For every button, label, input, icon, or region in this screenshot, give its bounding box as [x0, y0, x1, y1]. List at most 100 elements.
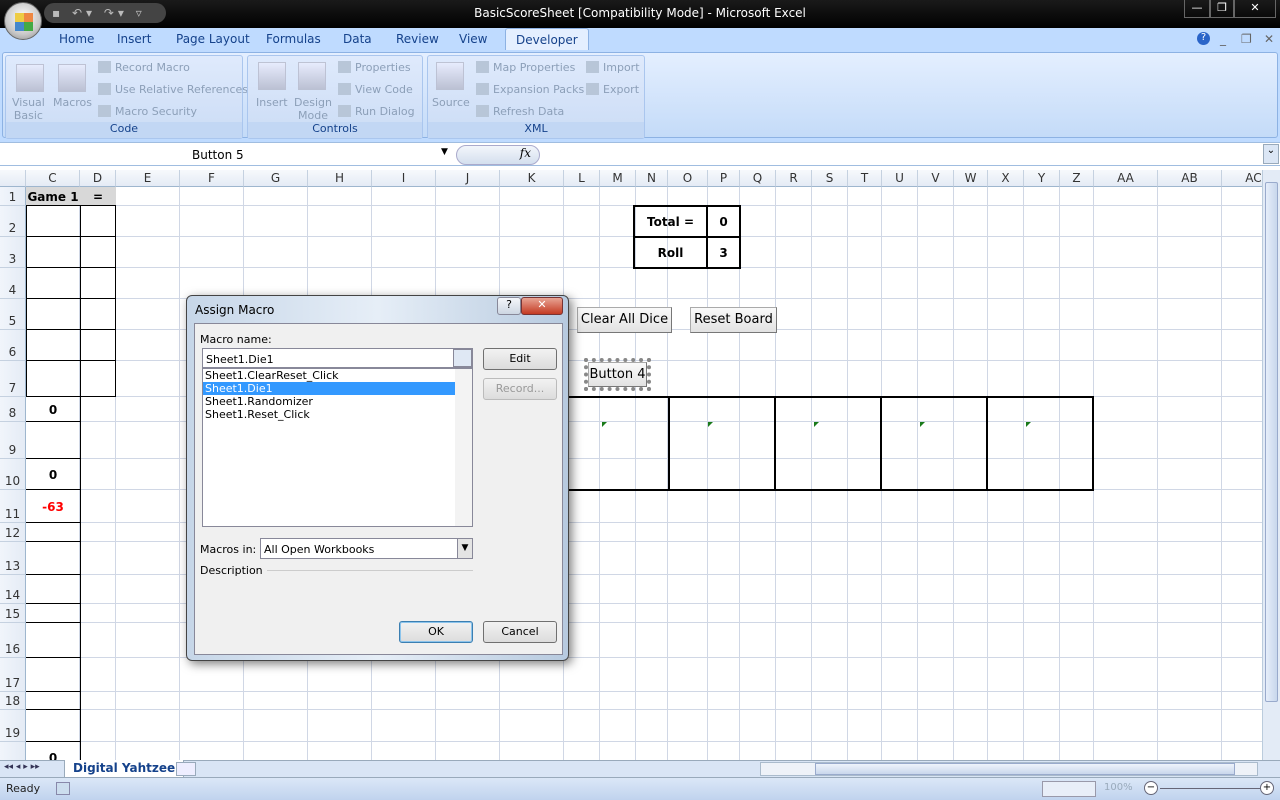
die-box-2[interactable]: [668, 396, 776, 491]
cell-d1[interactable]: =: [80, 187, 116, 206]
formula-input[interactable]: [542, 145, 1262, 165]
tab-formulas[interactable]: Formulas: [266, 32, 321, 46]
column-header-F[interactable]: F: [180, 170, 244, 187]
select-all-corner[interactable]: [0, 170, 26, 187]
column-header-X[interactable]: X: [988, 170, 1024, 187]
map-properties-button[interactable]: Map Properties: [476, 61, 575, 74]
cell-c10[interactable]: 0: [26, 459, 80, 490]
insert-sheet-icon[interactable]: [176, 762, 196, 776]
die-box-1[interactable]: [562, 396, 670, 491]
column-header-U[interactable]: U: [882, 170, 918, 187]
ok-button[interactable]: OK: [399, 621, 473, 643]
import-button[interactable]: Import: [586, 61, 640, 74]
score-cell[interactable]: [26, 657, 81, 692]
zoom-level[interactable]: 100%: [1104, 782, 1133, 793]
score-cell[interactable]: [26, 298, 81, 330]
column-header-V[interactable]: V: [918, 170, 954, 187]
score-cell[interactable]: [26, 329, 81, 361]
run-dialog-button[interactable]: Run Dialog: [338, 105, 415, 118]
column-header-I[interactable]: I: [372, 170, 436, 187]
doc-close-button[interactable]: ✕: [1264, 32, 1274, 46]
use-relative-references-button[interactable]: Use Relative References: [98, 83, 248, 96]
office-button[interactable]: [4, 2, 42, 40]
column-header-C[interactable]: C: [26, 170, 80, 187]
name-box[interactable]: Button 5: [0, 145, 454, 165]
close-button[interactable]: ✕: [1234, 0, 1276, 18]
cancel-button[interactable]: Cancel: [483, 621, 557, 643]
macro-name-input[interactable]: Sheet1.Die1: [202, 348, 473, 368]
score-cell[interactable]: [26, 236, 81, 268]
score-cell[interactable]: [26, 574, 81, 604]
row-header-13[interactable]: 13: [0, 542, 26, 575]
column-header-K[interactable]: K: [500, 170, 564, 187]
row-header-20[interactable]: 20: [0, 742, 26, 760]
tab-page-layout[interactable]: Page Layout: [176, 32, 250, 46]
sheet-tab-digital-yahtzee[interactable]: Digital Yahtzee: [64, 760, 185, 778]
score-cell[interactable]: [26, 421, 81, 459]
die-box-3[interactable]: [774, 396, 882, 491]
score-cell[interactable]: [80, 267, 116, 299]
score-cell[interactable]: [26, 691, 81, 710]
column-header-Z[interactable]: Z: [1060, 170, 1094, 187]
dialog-help-button[interactable]: ?: [497, 297, 521, 315]
macro-security-button[interactable]: Macro Security: [98, 105, 197, 118]
score-cell[interactable]: [26, 522, 81, 542]
column-header-N[interactable]: N: [636, 170, 668, 187]
column-header-M[interactable]: M: [600, 170, 636, 187]
score-cell[interactable]: [26, 205, 81, 237]
restore-button[interactable]: ❐: [1210, 0, 1234, 18]
row-header-15[interactable]: 15: [0, 604, 26, 623]
roll-label[interactable]: Roll: [635, 238, 706, 267]
minimize-button[interactable]: —: [1184, 0, 1210, 18]
insert-control-button[interactable]: Insert: [256, 96, 288, 109]
score-cell[interactable]: [26, 267, 81, 299]
row-header-19[interactable]: 19: [0, 710, 26, 742]
column-header-AA[interactable]: AA: [1094, 170, 1158, 187]
horizontal-scrollbar[interactable]: [760, 762, 1258, 776]
tab-home[interactable]: Home: [59, 32, 94, 46]
row-header-5[interactable]: 5: [0, 299, 26, 330]
macro-list-item[interactable]: Sheet1.Die1: [203, 382, 455, 395]
horizontal-scroll-thumb[interactable]: [815, 763, 1235, 775]
row-header-14[interactable]: 14: [0, 575, 26, 604]
score-cell[interactable]: [26, 603, 81, 623]
tab-data[interactable]: Data: [343, 32, 372, 46]
roll-value[interactable]: 3: [708, 238, 739, 267]
column-header-AC[interactable]: AC: [1222, 170, 1262, 187]
macro-list-scrollbar[interactable]: [455, 369, 472, 526]
vertical-scrollbar[interactable]: [1262, 170, 1280, 760]
quick-access-toolbar[interactable]: ▪ ↶▾ ↷▾ ▿: [44, 3, 166, 23]
macro-list[interactable]: Sheet1.ClearReset_Click Sheet1.Die1 Sheet1…: [202, 368, 473, 527]
expansion-packs-button[interactable]: Expansion Packs: [476, 83, 584, 96]
score-cell[interactable]: [26, 541, 81, 575]
source-button[interactable]: Source: [432, 96, 470, 109]
row-header-4[interactable]: 4: [0, 268, 26, 299]
macro-list-item[interactable]: Sheet1.Randomizer: [203, 395, 455, 408]
macros-button[interactable]: Macros: [53, 96, 92, 109]
column-header-H[interactable]: H: [308, 170, 372, 187]
score-cell[interactable]: [26, 622, 81, 658]
column-header-S[interactable]: S: [812, 170, 848, 187]
column-header-J[interactable]: J: [436, 170, 500, 187]
macros-in-select[interactable]: All Open Workbooks: [260, 538, 473, 559]
zoom-in-icon[interactable]: +: [1260, 781, 1274, 795]
column-header-G[interactable]: G: [244, 170, 308, 187]
row-header-6[interactable]: 6: [0, 330, 26, 361]
column-header-AB[interactable]: AB: [1158, 170, 1222, 187]
row-header-7[interactable]: 7: [0, 361, 26, 397]
dialog-close-button[interactable]: ✕: [521, 297, 563, 315]
visual-basic-button[interactable]: Visual Basic: [12, 96, 45, 122]
export-button[interactable]: Export: [586, 83, 639, 96]
column-header-E[interactable]: E: [116, 170, 180, 187]
macro-recording-icon[interactable]: [56, 782, 70, 795]
sheet-nav-buttons[interactable]: ◂◂ ◂ ▸ ▸▸: [4, 762, 40, 772]
row-header-17[interactable]: 17: [0, 658, 26, 692]
clear-all-dice-button[interactable]: Clear All Dice: [577, 307, 672, 333]
tab-insert[interactable]: Insert: [117, 32, 151, 46]
row-header-8[interactable]: 8: [0, 397, 26, 422]
record-button[interactable]: Record...: [483, 378, 557, 400]
column-header-L[interactable]: L: [564, 170, 600, 187]
tab-view[interactable]: View: [459, 32, 487, 46]
expand-formula-bar-icon[interactable]: ⌄: [1263, 144, 1279, 164]
column-header-P[interactable]: P: [708, 170, 740, 187]
